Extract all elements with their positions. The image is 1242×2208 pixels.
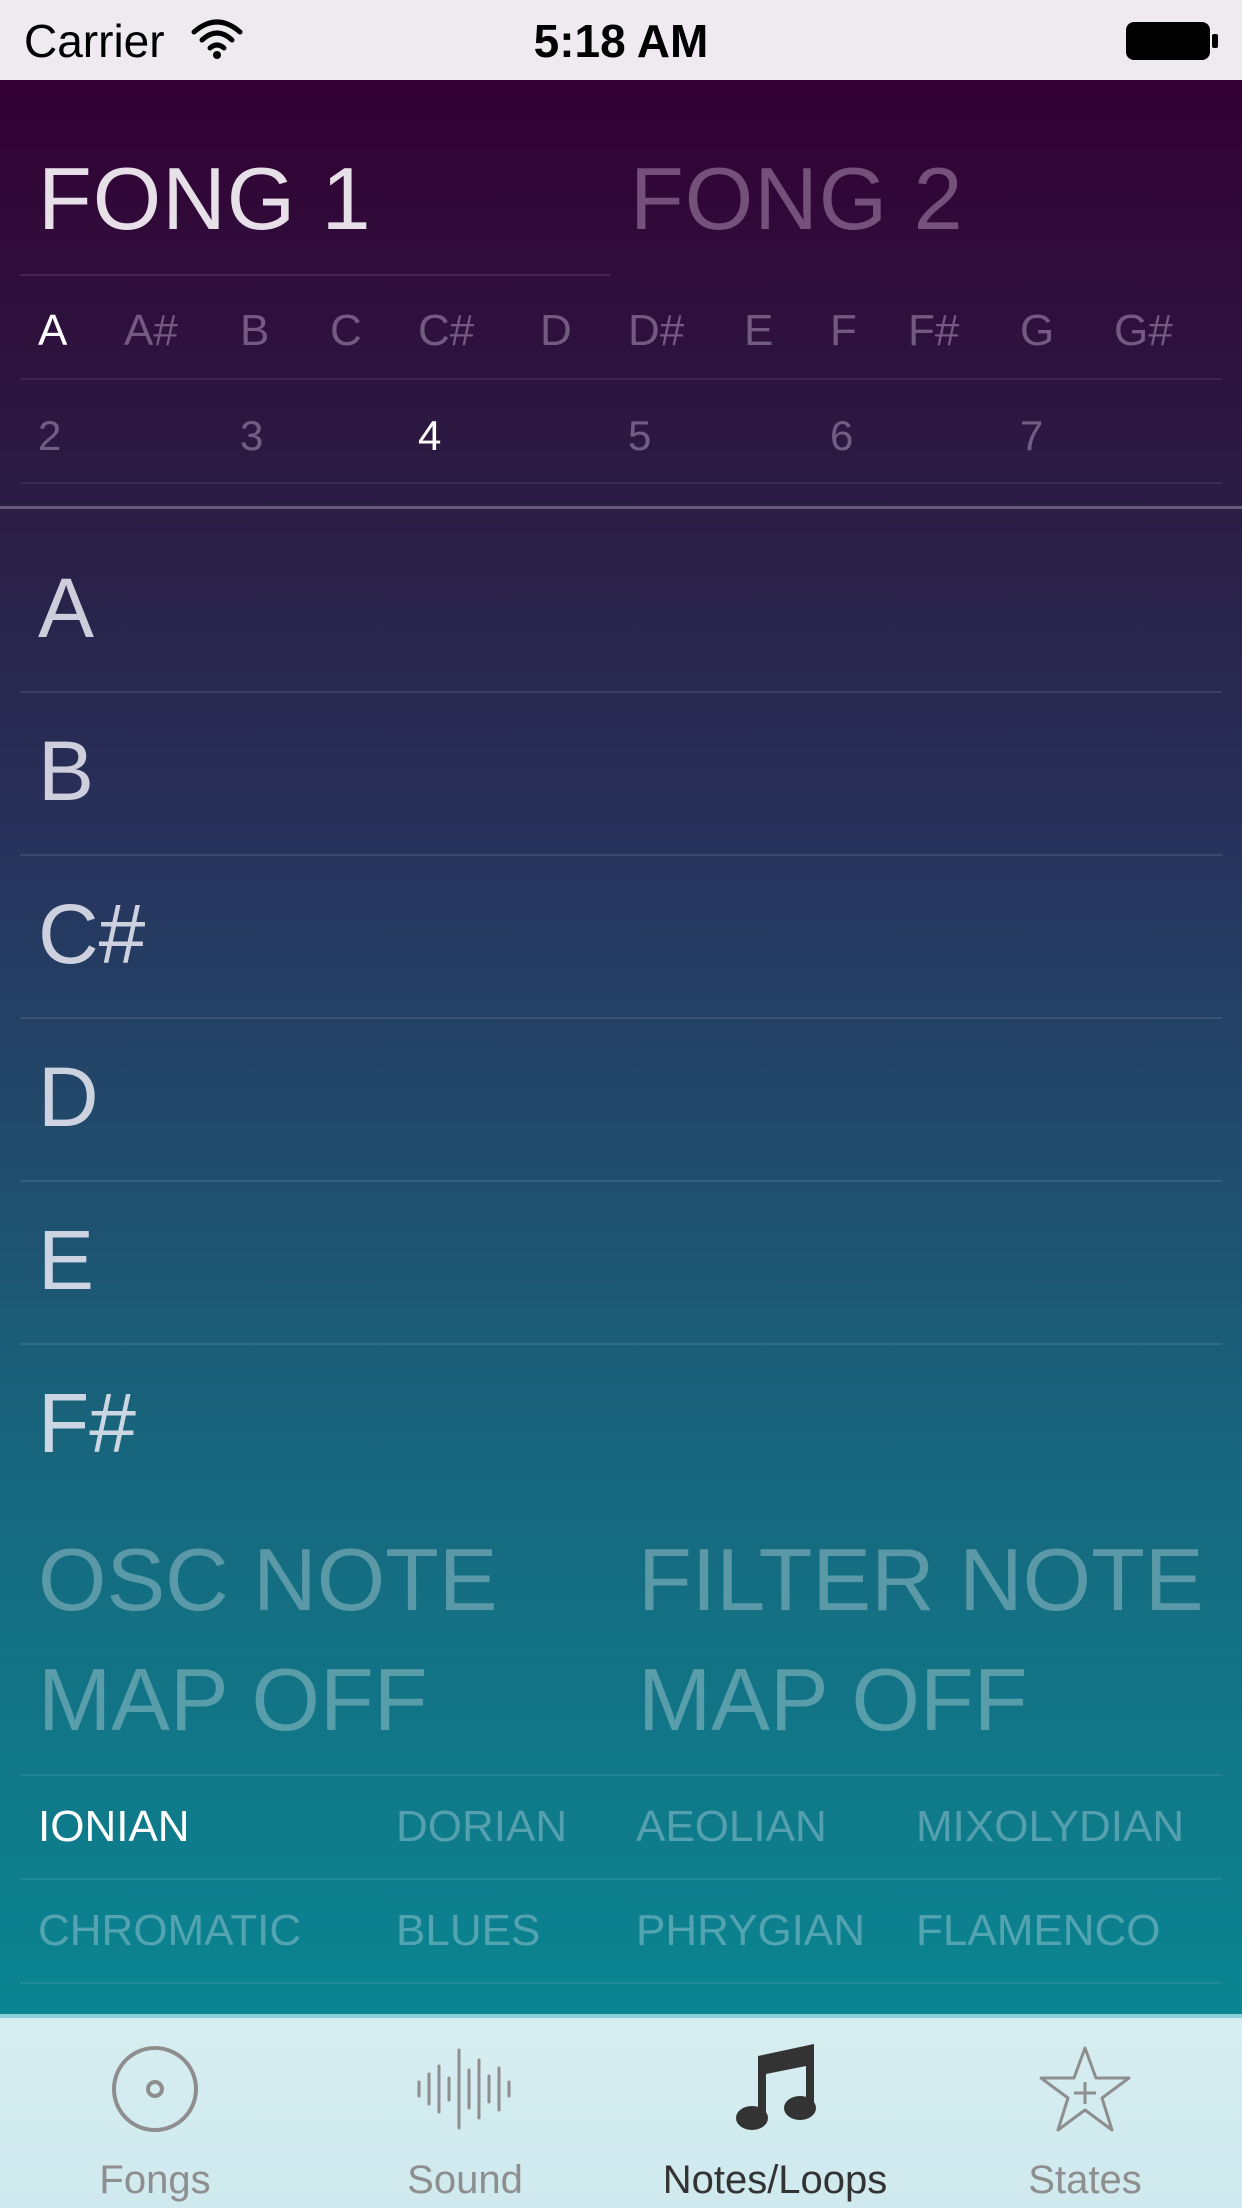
divider <box>20 1878 1222 1880</box>
scale-note-label: A <box>38 561 95 655</box>
root-note-f-sharp[interactable]: F# <box>908 306 959 356</box>
root-note-g[interactable]: G <box>1020 306 1054 356</box>
tab-sound[interactable]: Sound <box>310 2018 620 2208</box>
tab-label: Notes/Loops <box>662 2158 888 2202</box>
tab-fong-1[interactable]: FONG 1 <box>38 148 372 250</box>
tab-bar: Fongs Sound Notes/Loops States <box>0 2014 1242 2208</box>
music-note-icon <box>736 2044 816 2130</box>
root-note-g-sharp[interactable]: G# <box>1114 306 1173 356</box>
list-item[interactable]: E <box>0 1182 1242 1345</box>
filter-note-map-toggle[interactable]: FILTER NOTE MAP OFF <box>638 1520 1204 1760</box>
mode-dorian[interactable]: DORIAN <box>396 1802 567 1852</box>
mode-flamenco[interactable]: FLAMENCO <box>916 1906 1160 1956</box>
root-note-f[interactable]: F <box>830 306 857 356</box>
scale-note-list: A B C# D E F# <box>0 530 1242 1508</box>
osc-note-map-line1: OSC NOTE <box>38 1530 498 1629</box>
divider <box>20 1982 1222 1984</box>
tab-label: States <box>1028 2158 1142 2202</box>
status-bar: Carrier 5:18 AM <box>0 0 1242 80</box>
octave-6[interactable]: 6 <box>830 412 853 460</box>
tab-label: Fongs <box>99 2158 211 2202</box>
status-time: 5:18 AM <box>533 15 709 67</box>
scale-note-label: E <box>38 1213 95 1307</box>
tab-label: Sound <box>407 2158 523 2202</box>
octave-4[interactable]: 4 <box>418 412 441 460</box>
mode-ionian[interactable]: IONIAN <box>38 1802 190 1852</box>
osc-note-map-line2: MAP OFF <box>38 1650 428 1749</box>
tab-notes-loops[interactable]: Notes/Loops <box>620 2018 930 2208</box>
mode-blues[interactable]: BLUES <box>396 1906 540 1956</box>
list-item[interactable]: F# <box>0 1345 1242 1508</box>
root-note-c[interactable]: C <box>330 306 362 356</box>
star-plus-icon <box>1039 2046 1131 2132</box>
scale-note-label: C# <box>38 887 146 981</box>
divider <box>20 1774 1222 1776</box>
mode-mixolydian[interactable]: MIXOLYDIAN <box>916 1802 1184 1852</box>
tab-fong-2[interactable]: FONG 2 <box>630 148 964 250</box>
scale-note-label: D <box>38 1050 99 1144</box>
mode-chromatic[interactable]: CHROMATIC <box>38 1906 301 1956</box>
tab-fongs[interactable]: Fongs <box>0 2018 310 2208</box>
waveform-icon <box>417 2048 511 2130</box>
octave-7[interactable]: 7 <box>1020 412 1043 460</box>
section-separator <box>0 506 1242 509</box>
list-item[interactable]: A <box>0 530 1242 693</box>
octave-3[interactable]: 3 <box>240 412 263 460</box>
list-item[interactable]: C# <box>0 856 1242 1019</box>
mode-phrygian[interactable]: PHRYGIAN <box>636 1906 865 1956</box>
osc-note-map-toggle[interactable]: OSC NOTE MAP OFF <box>38 1520 498 1760</box>
filter-note-map-line1: FILTER NOTE <box>638 1530 1204 1629</box>
list-item[interactable]: D <box>0 1019 1242 1182</box>
tab-states[interactable]: States <box>930 2018 1240 2208</box>
root-note-selector: A A# B C C# D D# E F F# G G# <box>0 276 1242 380</box>
list-item[interactable]: B <box>0 693 1242 856</box>
filter-note-map-line2: MAP OFF <box>638 1650 1028 1749</box>
notes-loops-panel: FONG 1 FONG 2 A A# B C C# D D# E F F# G … <box>0 80 1242 2014</box>
scale-note-label: B <box>38 724 95 818</box>
root-note-c-sharp[interactable]: C# <box>418 306 474 356</box>
root-note-a[interactable]: A <box>38 306 67 356</box>
root-note-d-sharp[interactable]: D# <box>628 306 684 356</box>
mode-aeolian[interactable]: AEOLIAN <box>636 1802 827 1852</box>
root-note-e[interactable]: E <box>744 306 773 356</box>
root-note-d[interactable]: D <box>540 306 572 356</box>
scale-note-label: F# <box>38 1376 137 1470</box>
octave-2[interactable]: 2 <box>38 412 61 460</box>
battery-icon <box>1126 22 1218 60</box>
root-note-a-sharp[interactable]: A# <box>124 306 178 356</box>
root-note-b[interactable]: B <box>240 306 269 356</box>
divider <box>20 482 1222 484</box>
octave-5[interactable]: 5 <box>628 412 651 460</box>
octave-selector: 2 3 4 5 6 7 <box>0 380 1242 484</box>
disc-icon <box>112 2046 198 2132</box>
